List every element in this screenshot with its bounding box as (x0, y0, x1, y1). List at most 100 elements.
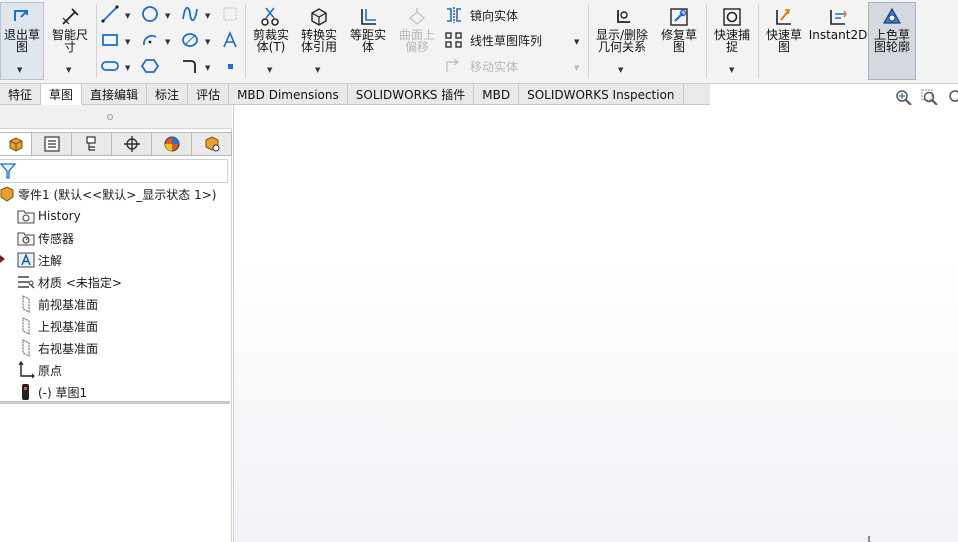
exit-sketch-dropdown-icon[interactable]: ▼ (17, 66, 22, 74)
surface-offset-label: 曲面上 偏移 (398, 28, 435, 54)
rectangle-dropdown-icon[interactable]: ▼ (125, 38, 130, 46)
shaded-sketch-contours-icon (881, 6, 903, 28)
fillet-dropdown-icon[interactable]: ▼ (205, 64, 210, 72)
tree-item-origin[interactable]: 原点 (0, 359, 232, 381)
repair-sketch-icon (668, 6, 690, 28)
smart-dimension-icon (59, 6, 81, 28)
tab-solidworks-inspection[interactable]: SOLIDWORKS Inspection (519, 84, 684, 105)
tree-item-label: 上视基准面 (38, 319, 99, 334)
tab-direct-editing[interactable]: 直接编辑 (82, 84, 148, 105)
configuration-manager-tab[interactable] (72, 132, 112, 156)
tree-item-annotations[interactable]: 注解 (0, 249, 232, 271)
polygon-icon[interactable] (139, 56, 161, 76)
line-icon[interactable] (99, 4, 121, 24)
ellipse-dropdown-icon[interactable]: ▼ (205, 38, 210, 46)
tab-mbd-dimensions[interactable]: MBD Dimensions (229, 84, 348, 105)
panel-splitter[interactable] (0, 105, 232, 129)
mirror-icon (447, 7, 461, 23)
display-manager-tab[interactable] (152, 132, 192, 156)
move-dropdown-icon[interactable]: ▼ (574, 64, 579, 72)
convert-entities-dropdown-icon[interactable]: ▼ (315, 66, 320, 74)
plane-icon (16, 316, 36, 336)
ribbon-separator (245, 4, 246, 78)
cam-manager-tab[interactable] (192, 132, 232, 156)
quick-snaps-dropdown-icon[interactable]: ▼ (729, 66, 734, 74)
circle-dropdown-icon[interactable]: ▼ (165, 12, 170, 20)
convert-entities-label: 转换实 体引用 (300, 28, 337, 54)
repair-sketch-button[interactable]: 修复草 图 (655, 6, 703, 53)
tree-item-right-plane[interactable]: 右视基准面 (0, 337, 232, 359)
tab-evaluate[interactable]: 评估 (188, 84, 230, 105)
feature-manager-tab[interactable] (0, 132, 32, 156)
ellipse-icon[interactable] (179, 30, 201, 50)
tree-item-top-plane[interactable]: 上视基准面 (0, 315, 232, 337)
tree-item-front-plane[interactable]: 前视基准面 (0, 293, 232, 315)
history-folder-icon (16, 206, 36, 226)
sketch-face-icon[interactable] (219, 4, 241, 24)
exit-sketch-label: 退出草 图 (3, 28, 40, 54)
convert-entities-icon (308, 6, 330, 28)
line-dropdown-icon[interactable]: ▼ (125, 12, 130, 20)
tree-item-label: History (38, 209, 81, 223)
instant2d-label: Instant2D (808, 28, 868, 42)
relations-icon (611, 6, 633, 28)
arc-dropdown-icon[interactable]: ▼ (165, 38, 170, 46)
tab-markup[interactable]: 标注 (147, 84, 189, 105)
instant2d-button[interactable]: Instant2D (808, 6, 868, 42)
point-icon[interactable] (219, 56, 241, 76)
material-icon (16, 272, 36, 292)
fillet-icon[interactable] (179, 56, 201, 76)
move-entities-button[interactable]: 移动实体 (444, 57, 518, 75)
rectangle-icon[interactable] (99, 30, 121, 50)
quick-snaps-button[interactable]: 快速捕 捉 (708, 6, 756, 53)
ribbon-separator (706, 4, 707, 78)
spline-icon[interactable] (179, 4, 201, 24)
tree-item-history[interactable]: History (0, 205, 232, 227)
slot-dropdown-icon[interactable]: ▼ (125, 64, 130, 72)
tree-item-material[interactable]: 材质 <未指定> (0, 271, 232, 293)
tree-item-label: 传感器 (38, 231, 75, 246)
convert-entities-button[interactable]: 转换实 体引用 (296, 6, 342, 53)
linear-sketch-pattern-button[interactable]: 线性草图阵列 (444, 31, 542, 49)
shaded-sketch-contours-button[interactable]: 上色草 图轮廓 (868, 6, 916, 53)
surface-offset-button[interactable]: 曲面上 偏移 (394, 6, 440, 53)
circle-icon[interactable] (139, 4, 161, 24)
tree-item-label: 注解 (38, 253, 63, 268)
tree-filter-bar[interactable] (0, 159, 228, 183)
expand-arrow-icon[interactable] (0, 255, 5, 263)
property-manager-tab[interactable] (32, 132, 72, 156)
panel-divider (0, 401, 230, 404)
smart-dimension-dropdown-icon[interactable]: ▼ (66, 66, 71, 74)
surface-offset-icon (406, 6, 428, 28)
splitter-handle-icon[interactable] (107, 114, 113, 120)
filter-icon[interactable] (0, 162, 16, 180)
tab-features[interactable]: 特征 (0, 84, 42, 105)
tree-item-sketch1[interactable]: (-) 草图1 (0, 381, 232, 403)
display-delete-relations-button[interactable]: 显示/删除 几何关系 (592, 6, 652, 53)
rapid-sketch-button[interactable]: 快速草 图 (760, 6, 808, 53)
trim-entities-button[interactable]: 剪裁实 体(T) (248, 6, 294, 53)
instant2d-icon (827, 6, 849, 28)
smart-dimension-button[interactable]: 智能尺 寸 (47, 6, 93, 53)
mirror-entities-button[interactable]: 镜向实体 (444, 6, 518, 24)
trim-dropdown-icon[interactable]: ▼ (267, 66, 272, 74)
spline-dropdown-icon[interactable]: ▼ (205, 12, 210, 20)
dimxpert-manager-tab[interactable] (112, 132, 152, 156)
slot-icon[interactable] (99, 56, 121, 76)
rapid-sketch-icon (773, 6, 795, 28)
tab-mbd[interactable]: MBD (474, 84, 520, 105)
graphics-area[interactable] (233, 105, 958, 542)
text-icon[interactable] (219, 30, 241, 50)
pattern-dropdown-icon[interactable]: ▼ (574, 38, 579, 46)
dimxpert-icon (123, 136, 140, 152)
tree-item-sensors[interactable]: 传感器 (0, 227, 232, 249)
tree-item-label: 右视基准面 (38, 341, 99, 356)
exit-sketch-button[interactable]: 退出草 图 (0, 6, 44, 53)
tree-item-label: (-) 草图1 (38, 385, 88, 400)
tree-root-part[interactable]: 零件1 (默认<<默认>_显示状态 1>) (0, 183, 232, 205)
offset-entities-button[interactable]: 等距实 体 (345, 6, 391, 53)
arc-icon[interactable] (139, 30, 161, 50)
relations-dropdown-icon[interactable]: ▼ (618, 66, 623, 74)
tab-solidworks-addins[interactable]: SOLIDWORKS 插件 (348, 84, 475, 105)
tab-sketch[interactable]: 草图 (41, 84, 83, 105)
